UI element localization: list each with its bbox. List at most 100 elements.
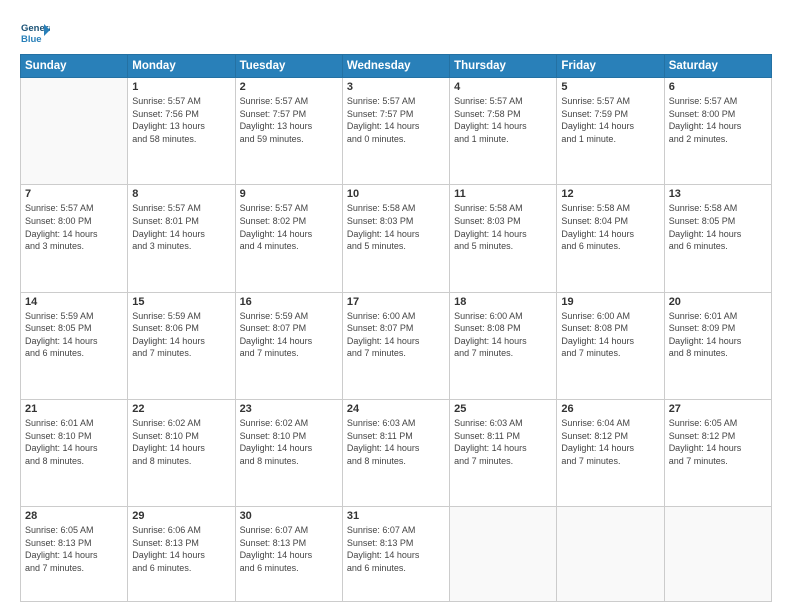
day-number: 6 bbox=[669, 81, 767, 93]
day-info: Sunrise: 6:04 AM Sunset: 8:12 PM Dayligh… bbox=[561, 417, 659, 467]
calendar-cell: 9 Sunrise: 5:57 AM Sunset: 8:02 PM Daylig… bbox=[235, 185, 342, 292]
day-number: 20 bbox=[669, 296, 767, 308]
week-row-1: 1Sunrise: 5:57 AM Sunset: 7:56 PM Daylig… bbox=[21, 78, 772, 185]
day-number: 19 bbox=[561, 296, 659, 308]
day-info: Sunrise: 5:57 AM Sunset: 7:59 PM Dayligh… bbox=[561, 95, 659, 145]
calendar-cell: 4 Sunrise: 5:57 AM Sunset: 7:58 PM Daylig… bbox=[450, 78, 557, 185]
calendar-cell: 29 Sunrise: 6:06 AM Sunset: 8:13 PM Dayli… bbox=[128, 507, 235, 602]
week-row-2: 7 Sunrise: 5:57 AM Sunset: 8:00 PM Daylig… bbox=[21, 185, 772, 292]
day-info: Sunrise: 5:57 AM Sunset: 8:00 PM Dayligh… bbox=[25, 202, 123, 252]
weekday-wednesday: Wednesday bbox=[342, 55, 449, 78]
calendar-cell bbox=[557, 507, 664, 602]
day-number: 18 bbox=[454, 296, 552, 308]
calendar-cell: 10Sunrise: 5:58 AM Sunset: 8:03 PM Dayli… bbox=[342, 185, 449, 292]
day-info: Sunrise: 5:58 AM Sunset: 8:03 PM Dayligh… bbox=[454, 202, 552, 252]
calendar-cell: 6 Sunrise: 5:57 AM Sunset: 8:00 PM Daylig… bbox=[664, 78, 771, 185]
day-number: 31 bbox=[347, 510, 445, 522]
calendar-cell: 1Sunrise: 5:57 AM Sunset: 7:56 PM Daylig… bbox=[128, 78, 235, 185]
day-info: Sunrise: 5:57 AM Sunset: 7:58 PM Dayligh… bbox=[454, 95, 552, 145]
day-info: Sunrise: 5:57 AM Sunset: 8:00 PM Dayligh… bbox=[669, 95, 767, 145]
day-info: Sunrise: 6:02 AM Sunset: 8:10 PM Dayligh… bbox=[132, 417, 230, 467]
day-number: 11 bbox=[454, 188, 552, 200]
day-number: 25 bbox=[454, 403, 552, 415]
day-info: Sunrise: 5:59 AM Sunset: 8:07 PM Dayligh… bbox=[240, 310, 338, 360]
header: General Blue bbox=[20, 18, 772, 44]
calendar-cell: 28 Sunrise: 6:05 AM Sunset: 8:13 PM Dayli… bbox=[21, 507, 128, 602]
calendar-body: 1Sunrise: 5:57 AM Sunset: 7:56 PM Daylig… bbox=[21, 78, 772, 602]
day-info: Sunrise: 6:02 AM Sunset: 8:10 PM Dayligh… bbox=[240, 417, 338, 467]
calendar-cell: 2 Sunrise: 5:57 AM Sunset: 7:57 PM Daylig… bbox=[235, 78, 342, 185]
calendar-cell bbox=[21, 78, 128, 185]
logo: General Blue bbox=[20, 18, 46, 44]
day-info: Sunrise: 6:00 AM Sunset: 8:08 PM Dayligh… bbox=[561, 310, 659, 360]
day-number: 22 bbox=[132, 403, 230, 415]
day-number: 4 bbox=[454, 81, 552, 93]
day-number: 16 bbox=[240, 296, 338, 308]
svg-text:Blue: Blue bbox=[21, 34, 42, 45]
week-row-4: 21 Sunrise: 6:01 AM Sunset: 8:10 PM Dayli… bbox=[21, 399, 772, 506]
day-number: 29 bbox=[132, 510, 230, 522]
day-info: Sunrise: 5:57 AM Sunset: 7:57 PM Dayligh… bbox=[347, 95, 445, 145]
day-info: Sunrise: 6:03 AM Sunset: 8:11 PM Dayligh… bbox=[347, 417, 445, 467]
calendar-cell: 12Sunrise: 5:58 AM Sunset: 8:04 PM Dayli… bbox=[557, 185, 664, 292]
weekday-sunday: Sunday bbox=[21, 55, 128, 78]
calendar-cell: 24 Sunrise: 6:03 AM Sunset: 8:11 PM Dayli… bbox=[342, 399, 449, 506]
day-number: 21 bbox=[25, 403, 123, 415]
day-number: 8 bbox=[132, 188, 230, 200]
calendar-cell: 20 Sunrise: 6:01 AM Sunset: 8:09 PM Dayli… bbox=[664, 292, 771, 399]
day-info: Sunrise: 5:59 AM Sunset: 8:05 PM Dayligh… bbox=[25, 310, 123, 360]
calendar-cell: 15 Sunrise: 5:59 AM Sunset: 8:06 PM Dayli… bbox=[128, 292, 235, 399]
day-number: 7 bbox=[25, 188, 123, 200]
day-info: Sunrise: 6:07 AM Sunset: 8:13 PM Dayligh… bbox=[240, 524, 338, 574]
day-number: 2 bbox=[240, 81, 338, 93]
day-info: Sunrise: 6:00 AM Sunset: 8:07 PM Dayligh… bbox=[347, 310, 445, 360]
day-number: 23 bbox=[240, 403, 338, 415]
weekday-saturday: Saturday bbox=[664, 55, 771, 78]
day-info: Sunrise: 5:58 AM Sunset: 8:05 PM Dayligh… bbox=[669, 202, 767, 252]
day-info: Sunrise: 6:05 AM Sunset: 8:13 PM Dayligh… bbox=[25, 524, 123, 574]
calendar-cell: 30 Sunrise: 6:07 AM Sunset: 8:13 PM Dayli… bbox=[235, 507, 342, 602]
calendar-cell: 3 Sunrise: 5:57 AM Sunset: 7:57 PM Daylig… bbox=[342, 78, 449, 185]
day-number: 15 bbox=[132, 296, 230, 308]
week-row-3: 14 Sunrise: 5:59 AM Sunset: 8:05 PM Dayli… bbox=[21, 292, 772, 399]
calendar-cell: 5 Sunrise: 5:57 AM Sunset: 7:59 PM Daylig… bbox=[557, 78, 664, 185]
calendar-cell: 14 Sunrise: 5:59 AM Sunset: 8:05 PM Dayli… bbox=[21, 292, 128, 399]
day-info: Sunrise: 6:05 AM Sunset: 8:12 PM Dayligh… bbox=[669, 417, 767, 467]
calendar-cell: 7 Sunrise: 5:57 AM Sunset: 8:00 PM Daylig… bbox=[21, 185, 128, 292]
day-number: 26 bbox=[561, 403, 659, 415]
day-info: Sunrise: 6:03 AM Sunset: 8:11 PM Dayligh… bbox=[454, 417, 552, 467]
day-info: Sunrise: 6:06 AM Sunset: 8:13 PM Dayligh… bbox=[132, 524, 230, 574]
calendar-cell: 22 Sunrise: 6:02 AM Sunset: 8:10 PM Dayli… bbox=[128, 399, 235, 506]
weekday-tuesday: Tuesday bbox=[235, 55, 342, 78]
day-number: 12 bbox=[561, 188, 659, 200]
calendar-cell: 27Sunrise: 6:05 AM Sunset: 8:12 PM Dayli… bbox=[664, 399, 771, 506]
calendar-cell: 18 Sunrise: 6:00 AM Sunset: 8:08 PM Dayli… bbox=[450, 292, 557, 399]
day-number: 3 bbox=[347, 81, 445, 93]
day-info: Sunrise: 5:57 AM Sunset: 7:56 PM Dayligh… bbox=[132, 95, 230, 145]
day-info: Sunrise: 5:57 AM Sunset: 7:57 PM Dayligh… bbox=[240, 95, 338, 145]
day-number: 30 bbox=[240, 510, 338, 522]
calendar-cell: 16 Sunrise: 5:59 AM Sunset: 8:07 PM Dayli… bbox=[235, 292, 342, 399]
calendar-cell: 21 Sunrise: 6:01 AM Sunset: 8:10 PM Dayli… bbox=[21, 399, 128, 506]
calendar-table: SundayMondayTuesdayWednesdayThursdayFrid… bbox=[20, 54, 772, 602]
day-info: Sunrise: 6:01 AM Sunset: 8:09 PM Dayligh… bbox=[669, 310, 767, 360]
day-number: 5 bbox=[561, 81, 659, 93]
calendar-cell: 25 Sunrise: 6:03 AM Sunset: 8:11 PM Dayli… bbox=[450, 399, 557, 506]
calendar-cell: 31Sunrise: 6:07 AM Sunset: 8:13 PM Dayli… bbox=[342, 507, 449, 602]
day-number: 28 bbox=[25, 510, 123, 522]
day-info: Sunrise: 5:57 AM Sunset: 8:02 PM Dayligh… bbox=[240, 202, 338, 252]
calendar-cell: 17 Sunrise: 6:00 AM Sunset: 8:07 PM Dayli… bbox=[342, 292, 449, 399]
day-info: Sunrise: 5:59 AM Sunset: 8:06 PM Dayligh… bbox=[132, 310, 230, 360]
weekday-header-row: SundayMondayTuesdayWednesdayThursdayFrid… bbox=[21, 55, 772, 78]
calendar-cell: 8Sunrise: 5:57 AM Sunset: 8:01 PM Daylig… bbox=[128, 185, 235, 292]
day-info: Sunrise: 6:01 AM Sunset: 8:10 PM Dayligh… bbox=[25, 417, 123, 467]
calendar-cell: 11 Sunrise: 5:58 AM Sunset: 8:03 PM Dayli… bbox=[450, 185, 557, 292]
weekday-monday: Monday bbox=[128, 55, 235, 78]
day-number: 14 bbox=[25, 296, 123, 308]
day-number: 24 bbox=[347, 403, 445, 415]
day-info: Sunrise: 6:00 AM Sunset: 8:08 PM Dayligh… bbox=[454, 310, 552, 360]
calendar-cell: 13Sunrise: 5:58 AM Sunset: 8:05 PM Dayli… bbox=[664, 185, 771, 292]
calendar-cell bbox=[450, 507, 557, 602]
day-number: 17 bbox=[347, 296, 445, 308]
day-number: 9 bbox=[240, 188, 338, 200]
